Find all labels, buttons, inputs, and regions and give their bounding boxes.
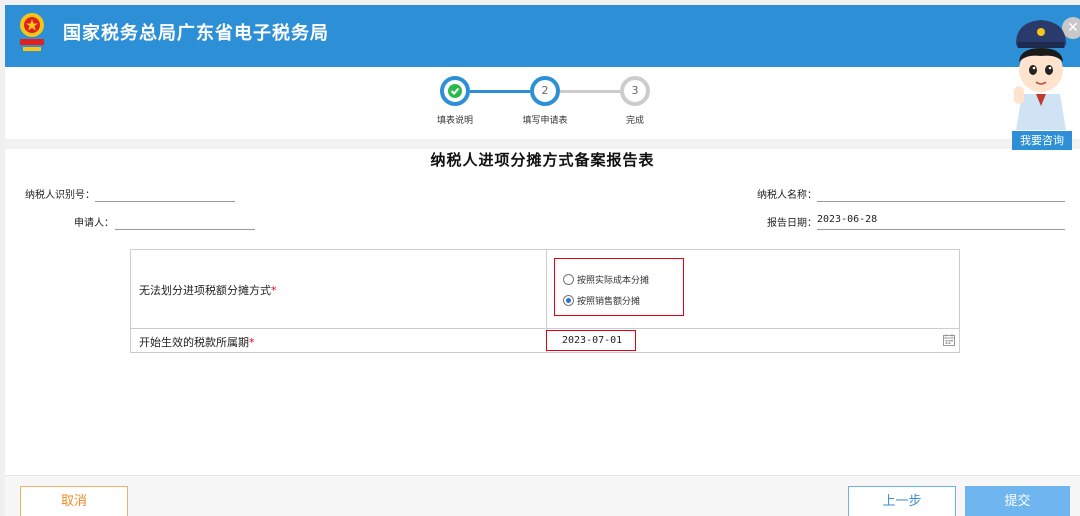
report-date-field — [817, 229, 1065, 230]
step-3-label: 完成 — [625, 116, 644, 126]
period-date-input[interactable]: 2023-07-01 — [546, 330, 636, 351]
step-2-label: 填写申请表 — [522, 116, 568, 126]
report-date-value: 2023-06-28 — [817, 214, 878, 225]
method-row-label: 无法划分进项税额分摊方式* — [139, 282, 277, 298]
step-3-number: 3 — [631, 84, 639, 97]
radio-option-cost[interactable]: 按照实际成本分摊 — [563, 272, 649, 286]
step-2-circle: 2 — [530, 76, 560, 106]
period-row-label: 开始生效的税款所属期* — [139, 334, 255, 350]
radio-cost-label: 按照实际成本分摊 — [577, 275, 650, 286]
radio-option-sales[interactable]: 按照销售额分摊 — [563, 293, 640, 307]
step-1-circle — [440, 76, 470, 106]
emblem-icon — [20, 13, 44, 51]
step-3-circle: 3 — [620, 76, 650, 106]
method-radio-group: 按照实际成本分摊 按照销售额分摊 — [554, 258, 684, 316]
top-bar: 国家税务总局广东省电子税务局 — [5, 5, 1080, 67]
applicant-field[interactable] — [115, 229, 255, 230]
radio-sales-label: 按照销售额分摊 — [577, 296, 641, 307]
taxpayer-name-field[interactable] — [817, 201, 1065, 202]
site-title: 国家税务总局广东省电子税务局 — [63, 23, 329, 44]
consult-button[interactable]: 我要咨询 — [1012, 131, 1072, 150]
form-table: 无法划分进项税额分摊方式* 按照实际成本分摊 按照销售额分摊 开始生效的税款所属… — [130, 249, 960, 353]
table-divider-horizontal — [131, 328, 959, 329]
step-1-label: 填表说明 — [436, 116, 473, 126]
calendar-icon[interactable] — [943, 334, 955, 346]
report-date-label: 报告日期： — [767, 218, 817, 229]
cancel-button[interactable]: 取消 — [20, 486, 128, 516]
step-line-done — [470, 90, 530, 93]
step-2-number: 2 — [541, 84, 549, 97]
taxpayer-id-field[interactable] — [95, 201, 235, 202]
applicant-label: 申请人： — [74, 218, 114, 229]
main-panel: 2 3 填表说明 填写申请表 完成 纳税人进项分摊方式备案报告表 纳税人识别号：… — [5, 67, 1080, 516]
period-label: 开始生效的税款所属期 — [139, 336, 249, 349]
footer-bar: 取消 上一步 提交 — [5, 475, 1080, 516]
divider-strip — [5, 139, 1080, 149]
taxpayer-name-label: 纳税人名称： — [757, 190, 817, 201]
step-line-pending — [560, 90, 620, 93]
assistant-avatar-icon[interactable] — [1006, 14, 1076, 150]
submit-button[interactable]: 提交 — [965, 486, 1070, 516]
check-icon — [448, 84, 462, 98]
radio-sales[interactable] — [563, 294, 574, 306]
required-mark: * — [249, 336, 255, 349]
taxpayer-id-label: 纳税人识别号： — [25, 190, 95, 201]
form-title: 纳税人进项分摊方式备案报告表 — [430, 151, 655, 169]
previous-step-button[interactable]: 上一步 — [848, 486, 956, 516]
method-label: 无法划分进项税额分摊方式 — [139, 284, 271, 297]
step-progress: 2 3 填表说明 填写申请表 完成 — [5, 67, 1080, 139]
required-mark: * — [271, 284, 277, 297]
radio-cost[interactable] — [563, 273, 574, 285]
